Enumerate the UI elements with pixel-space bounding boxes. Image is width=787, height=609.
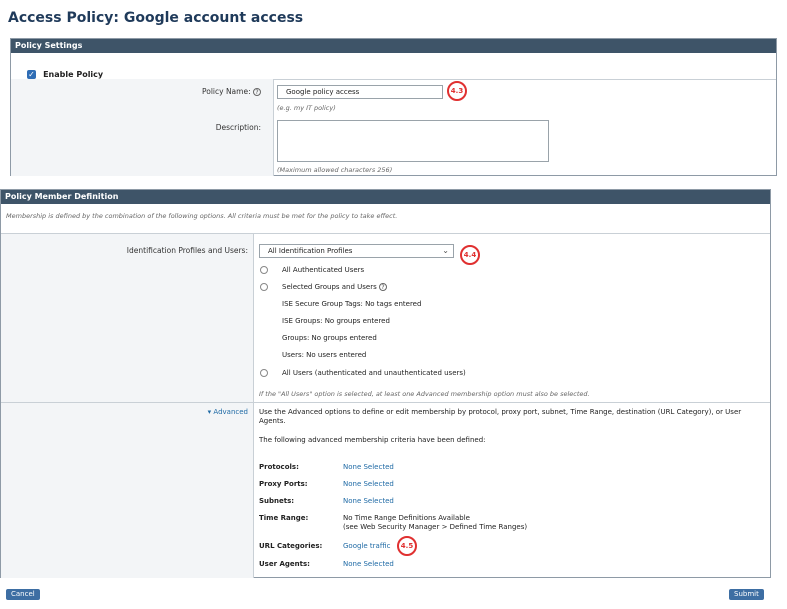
radio-selected-groups[interactable] [260, 283, 268, 291]
enable-policy-checkbox[interactable]: ✓ [27, 70, 36, 79]
option-selected-groups: Selected Groups and Users ? [282, 283, 387, 291]
member-definition-section: Policy Member Definition Membership is d… [0, 189, 771, 578]
cancel-button[interactable]: Cancel [6, 589, 40, 600]
policy-settings-header: Policy Settings [11, 39, 776, 53]
chevron-down-icon: ⌄ [442, 246, 449, 255]
chevron-down-icon: ▾ [207, 408, 212, 416]
policy-name-input[interactable]: Google policy access [277, 85, 443, 99]
radio-all-users[interactable] [260, 369, 268, 377]
policy-name-value: Google policy access [286, 88, 360, 96]
ise-groups: ISE Groups: No groups entered [282, 317, 390, 325]
member-intro: Membership is defined by the combination… [6, 212, 398, 220]
advanced-description: Use the Advanced options to define or ed… [259, 408, 742, 425]
criteria-value[interactable]: None Selected [343, 560, 394, 568]
page-title: Access Policy: Google account access [8, 10, 304, 26]
advanced-defined: The following advanced membership criter… [259, 436, 486, 444]
annotation-4-5: 4.5 [397, 536, 417, 556]
id-profiles-label: Identification Profiles and Users: [126, 246, 248, 255]
annotation-4-3: 4.3 [447, 81, 467, 101]
description-hint: (Maximum allowed characters 256) [277, 166, 393, 174]
criteria-value-hint: (see Web Security Manager > Defined Time… [343, 523, 528, 531]
help-icon[interactable]: ? [378, 283, 387, 291]
criteria-label: Protocols: [259, 463, 299, 471]
criteria-label: Time Range: [259, 514, 309, 522]
users: Users: No users entered [282, 351, 367, 359]
groups: Groups: No groups entered [282, 334, 377, 342]
annotation-4-4: 4.4 [460, 245, 480, 265]
criteria-value[interactable]: Google traffic [343, 542, 390, 550]
criteria-value[interactable]: None Selected [343, 463, 394, 471]
policy-settings-section: Policy Settings ✓ Enable Policy Policy N… [10, 38, 777, 176]
member-definition-header: Policy Member Definition [1, 190, 770, 204]
label-column-2 [1, 234, 254, 578]
option-authenticated: All Authenticated Users [282, 266, 365, 274]
criteria-label: Proxy Ports: [259, 480, 308, 488]
enable-policy-label: Enable Policy [43, 70, 104, 79]
policy-name-label: Policy Name: ? [202, 87, 261, 96]
description-label: Description: [215, 123, 261, 132]
description-textarea[interactable] [277, 120, 549, 162]
all-users-note: If the "All Users" option is selected, a… [259, 390, 590, 398]
criteria-label: URL Categories: [259, 542, 323, 550]
ise-tags: ISE Secure Group Tags: No tags entered [282, 300, 422, 308]
criteria-value[interactable]: None Selected [343, 497, 394, 505]
radio-authenticated[interactable] [260, 266, 268, 274]
id-profile-value: All Identification Profiles [268, 247, 353, 255]
option-all-users: All Users (authenticated and unauthentic… [282, 369, 466, 377]
criteria-label: Subnets: [259, 497, 295, 505]
policy-name-hint: (e.g. my IT policy) [277, 104, 336, 112]
id-profile-select[interactable]: All Identification Profiles ⌄ [259, 244, 454, 258]
advanced-toggle[interactable]: ▾ Advanced [208, 408, 248, 416]
criteria-label: User Agents: [259, 560, 310, 568]
criteria-value: No Time Range Definitions Available [343, 514, 470, 522]
criteria-value[interactable]: None Selected [343, 480, 394, 488]
submit-button[interactable]: Submit [729, 589, 764, 600]
help-icon[interactable]: ? [253, 88, 261, 96]
